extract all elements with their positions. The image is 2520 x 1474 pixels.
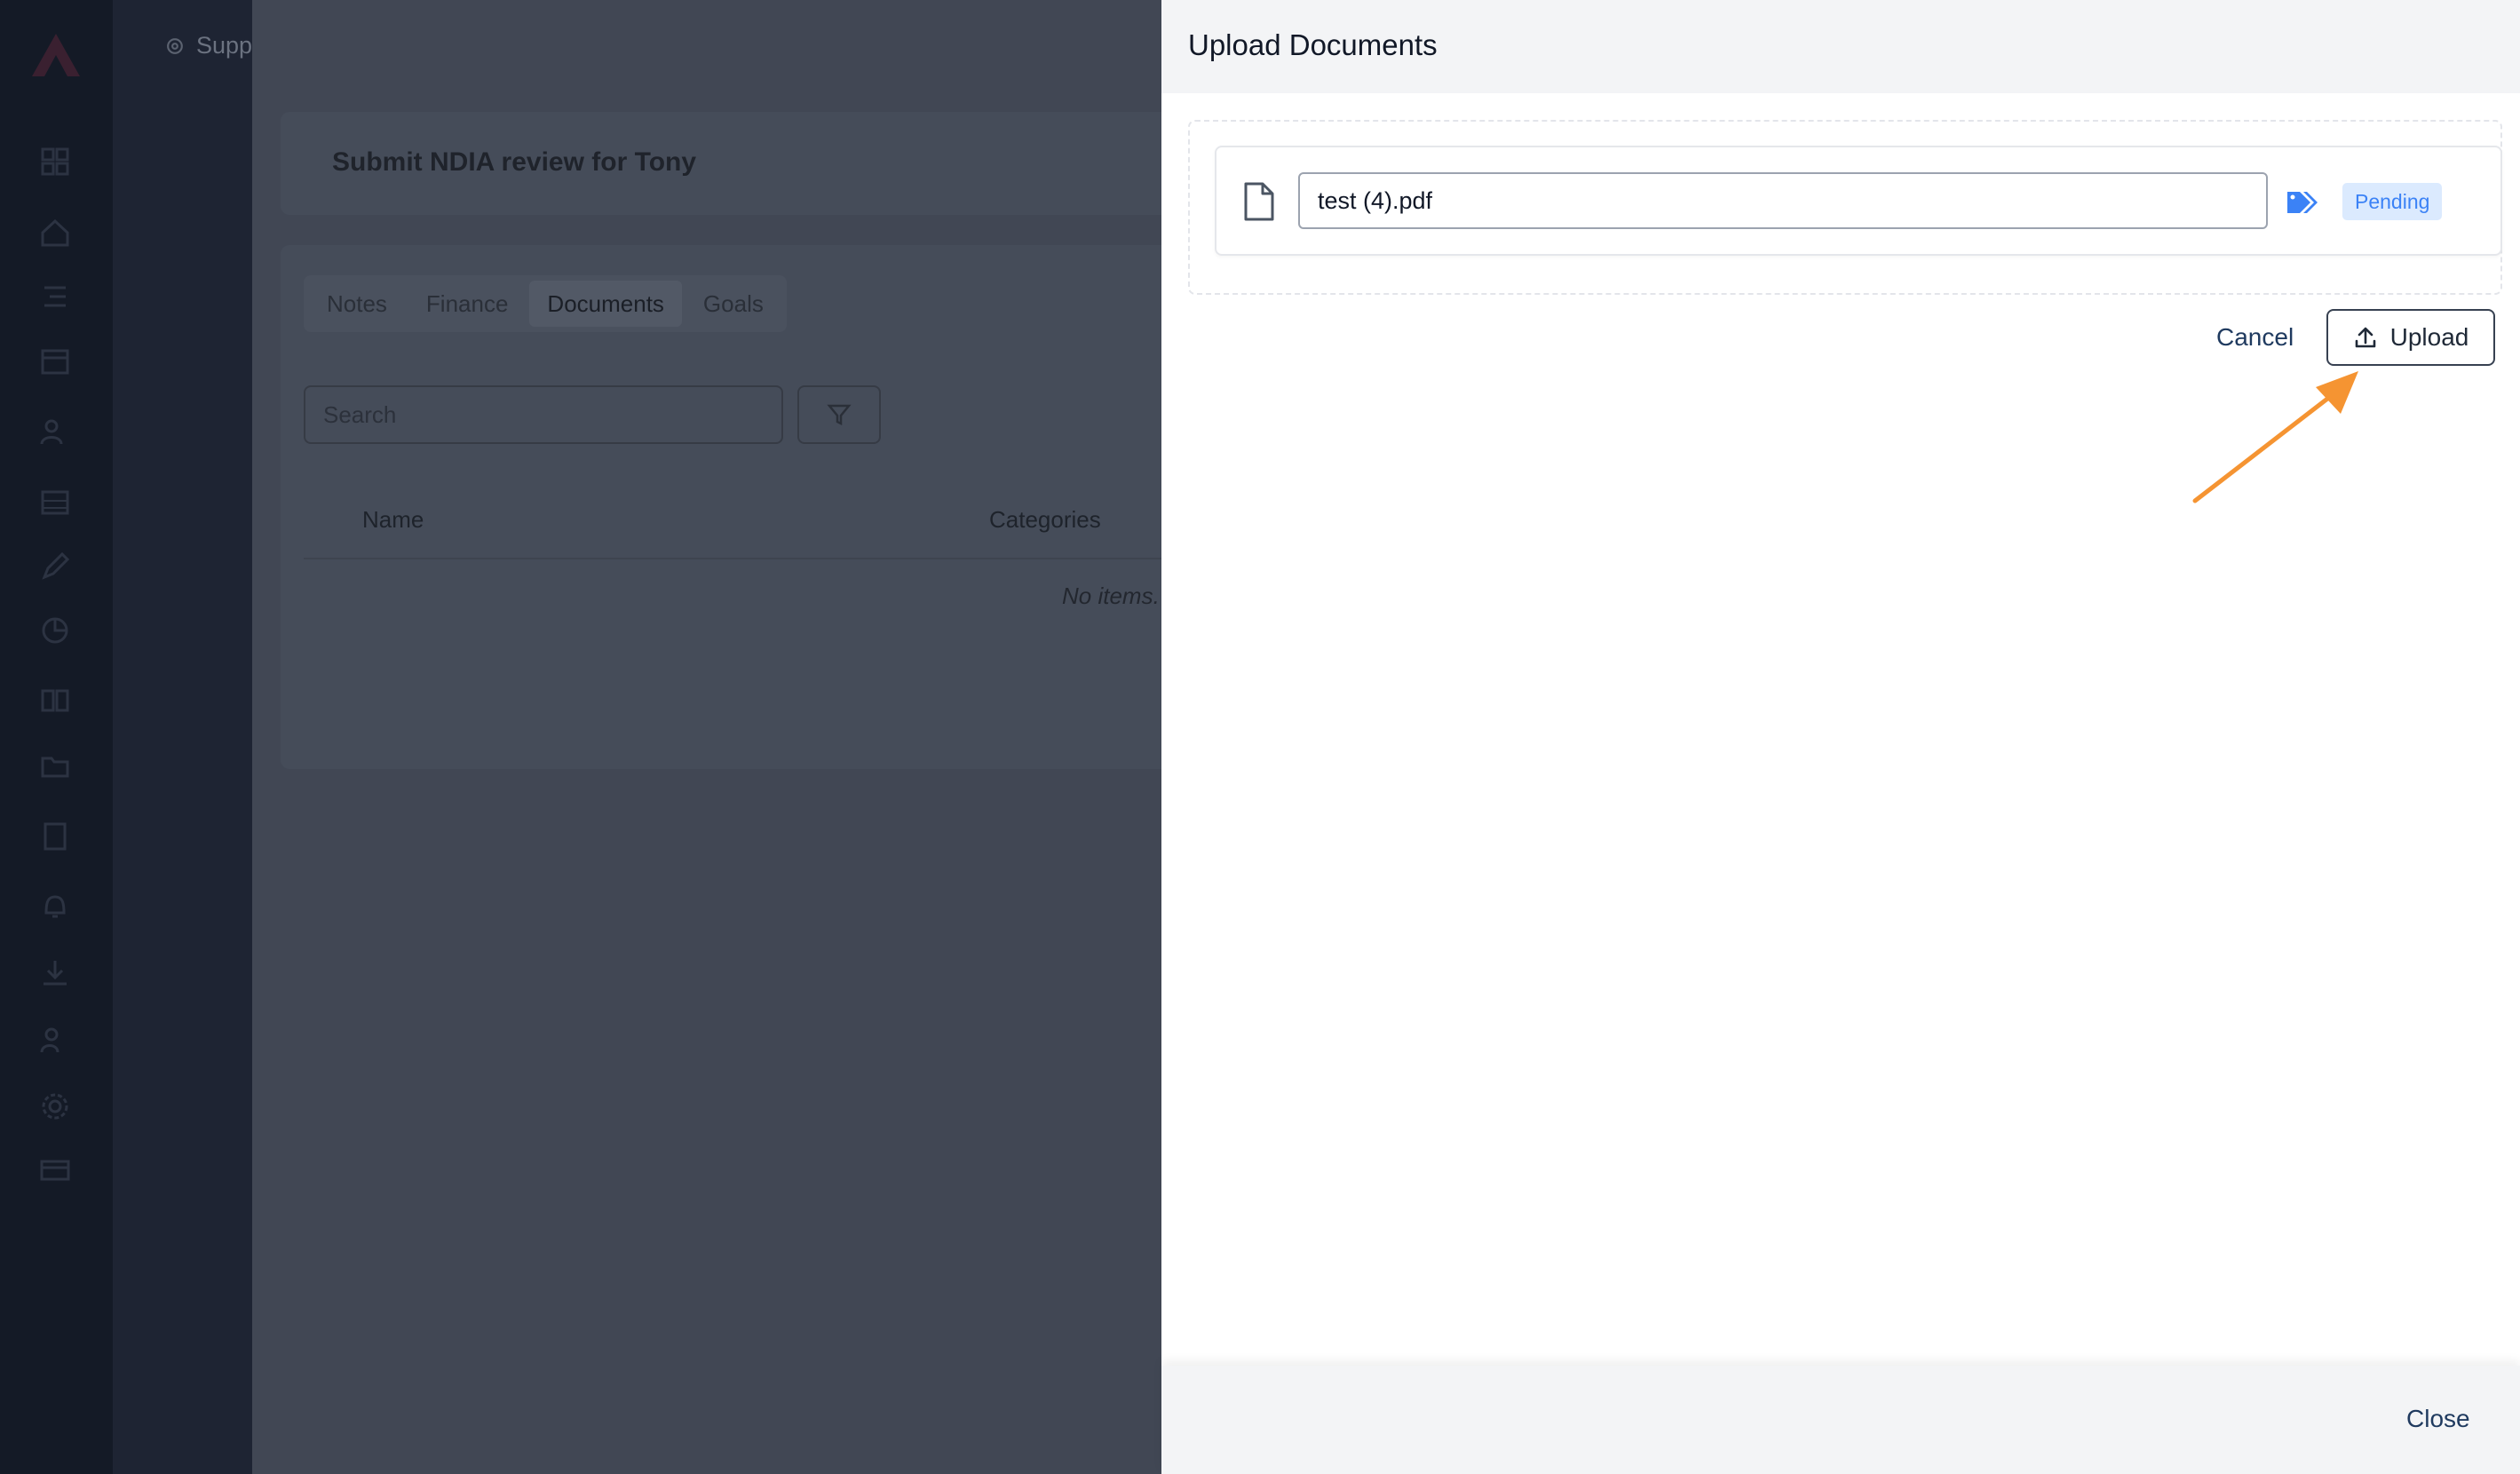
annotation-arrow-icon	[2192, 371, 2358, 503]
subnav-item[interactable]: Supp	[166, 32, 252, 59]
drawer-header: Upload Documents	[1161, 0, 2520, 93]
search-input[interactable]: Search	[304, 385, 783, 444]
calendar-icon[interactable]	[39, 345, 71, 376]
file-row: Pending	[1215, 146, 2502, 256]
app-logo-icon	[32, 34, 80, 76]
edit-icon[interactable]	[39, 551, 71, 582]
dashboard-icon[interactable]	[39, 146, 71, 178]
tab-documents[interactable]: Documents	[529, 281, 682, 327]
upload-icon	[2355, 327, 2375, 348]
tab-notes[interactable]: Notes	[309, 281, 405, 327]
chart-pie-icon[interactable]	[39, 614, 71, 646]
credit-card-icon[interactable]	[39, 1154, 71, 1186]
tab-bar: Notes Finance Documents Goals	[304, 275, 787, 332]
filter-button[interactable]	[797, 385, 881, 444]
support-icon	[167, 37, 183, 54]
drawer-footer	[1161, 1366, 2520, 1474]
sidebar	[0, 0, 113, 1474]
home-icon[interactable]	[39, 217, 71, 249]
filter-icon	[827, 404, 852, 426]
tab-finance[interactable]: Finance	[408, 281, 527, 327]
sub-navigation: Supp	[113, 0, 252, 1474]
file-name-input[interactable]	[1298, 172, 2268, 229]
calculator-icon[interactable]	[39, 820, 71, 852]
tab-goals[interactable]: Goals	[685, 281, 781, 327]
table-icon[interactable]	[39, 487, 71, 519]
main-content: Submit NDIA review for Tony Notes Financ…	[252, 0, 1257, 1474]
folder-icon[interactable]	[39, 749, 71, 781]
subnav-item-label: Supp	[195, 32, 252, 59]
file-icon	[1244, 182, 1274, 221]
page-title: Submit NDIA review for Tony	[332, 147, 697, 177]
users-icon[interactable]	[39, 416, 71, 448]
table-divider	[304, 558, 1257, 559]
gear-icon[interactable]	[39, 1090, 71, 1122]
title-card: Submit NDIA review for Tony	[281, 112, 1257, 215]
upload-drawer: Upload Documents Pending	[1161, 0, 2520, 1474]
tasks-icon[interactable]	[39, 281, 71, 313]
bell-icon[interactable]	[39, 890, 71, 922]
empty-state-text: No items.	[1062, 582, 1160, 609]
tags-icon[interactable]	[2286, 188, 2321, 217]
user-settings-icon[interactable]	[39, 1025, 71, 1057]
column-header-name[interactable]: Name	[362, 506, 424, 534]
drawer-title: Upload Documents	[1188, 28, 1438, 61]
download-icon[interactable]	[39, 957, 71, 989]
status-badge: Pending	[2342, 183, 2443, 220]
close-button[interactable]: Close	[2392, 1394, 2484, 1444]
upload-button-label: Upload	[2389, 323, 2469, 351]
book-icon[interactable]	[39, 684, 71, 716]
column-header-categories[interactable]: Categories	[989, 506, 1101, 534]
